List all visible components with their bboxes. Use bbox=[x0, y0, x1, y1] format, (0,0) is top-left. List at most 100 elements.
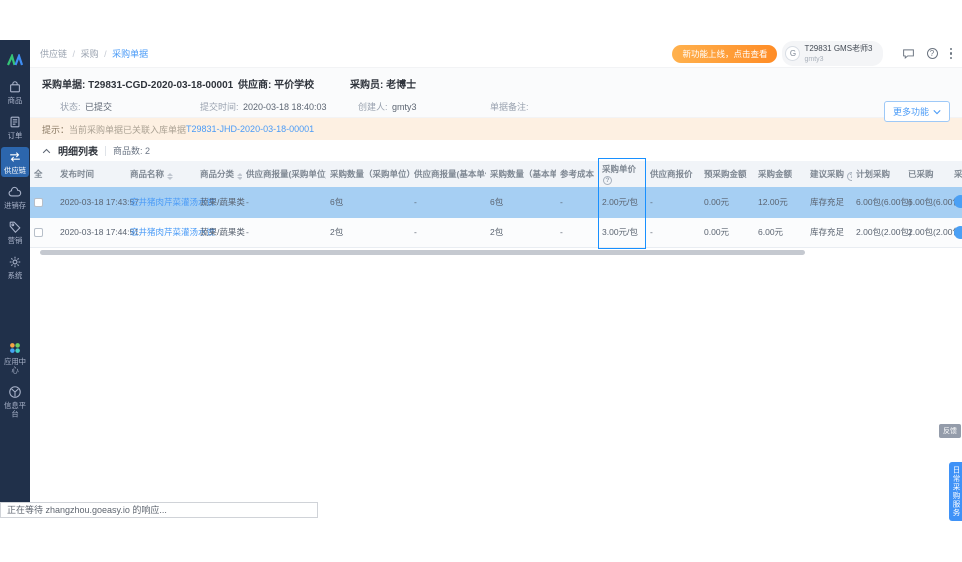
user-account: gmty3 bbox=[804, 56, 823, 63]
table-cell: 3.00元/包 bbox=[598, 217, 646, 247]
sort-icon[interactable] bbox=[237, 173, 242, 180]
sidebar-item-商品[interactable]: 商品 bbox=[1, 77, 29, 107]
system-icon bbox=[8, 255, 22, 269]
table-cell: - bbox=[410, 217, 486, 247]
order-icon bbox=[8, 115, 22, 129]
column-header: 全 bbox=[30, 161, 56, 187]
column-header: 供应商报量(采购单位) bbox=[242, 161, 326, 187]
column-header: 采购数量（采购单位） bbox=[326, 161, 410, 187]
column-header: 采购单价 bbox=[598, 161, 646, 187]
table-row: 2020-03-18 17:43:57宏井猪肉芹菜灌汤水饺蔬果/蔬果类-6包-6… bbox=[30, 187, 962, 217]
column-header: 发布时间 bbox=[56, 161, 126, 187]
linked-document-link[interactable]: T29831-JHD-2020-03-18-00001 bbox=[186, 124, 314, 134]
breadcrumb-separator: / bbox=[104, 49, 107, 59]
collapse-icon[interactable] bbox=[42, 148, 51, 154]
inventory-icon bbox=[8, 185, 22, 199]
sidebar-item-系统[interactable]: 系统 bbox=[1, 252, 29, 282]
sidebar-item-订单[interactable]: 订单 bbox=[1, 112, 29, 142]
message-icon[interactable] bbox=[902, 47, 915, 60]
table-cell: 12.00元 bbox=[754, 187, 806, 217]
table-cell: 2包 bbox=[486, 217, 556, 247]
sidebar-item-应用中心[interactable]: 应用中心 bbox=[1, 338, 29, 377]
row-checkbox[interactable] bbox=[34, 198, 43, 207]
table-cell: 宏井猪肉芹菜灌汤水饺 bbox=[126, 187, 196, 217]
help-icon[interactable] bbox=[927, 48, 938, 59]
new-feature-badge[interactable]: 新功能上线，点击查看 bbox=[672, 45, 777, 63]
panel-title: 明细列表 bbox=[58, 143, 98, 158]
column-header: 采购数量（基本单位） bbox=[486, 161, 556, 187]
breadcrumb-item[interactable]: 供应链 bbox=[40, 49, 67, 59]
table-cell: 6包 bbox=[486, 187, 556, 217]
app-logo-icon[interactable] bbox=[6, 48, 24, 72]
detail-panel-header: 明细列表 商品数: 2 bbox=[30, 140, 962, 161]
table-cell: 0.00元 bbox=[700, 217, 754, 247]
detail-table: 全发布时间商品名称商品分类供应商报量(采购单位)采购数量（采购单位）供应商报量(… bbox=[30, 161, 962, 248]
table-row: 2020-03-18 17:44:51宏井猪肉芹菜灌汤水饺蔬果/蔬果类-2包-2… bbox=[30, 217, 962, 247]
feedback-tab[interactable]: 反馈 bbox=[939, 424, 961, 438]
sidebar: 商品订单供应链进销存营销系统 应用中心信息平台 bbox=[0, 40, 30, 505]
sidebar-item-供应链[interactable]: 供应链 bbox=[1, 147, 29, 177]
breadcrumb-separator: / bbox=[73, 49, 76, 59]
doc-field: 创建人: gmty3 bbox=[358, 97, 416, 115]
table-cell: 宏井猪肉芹菜灌汤水饺 bbox=[126, 217, 196, 247]
column-header: 采购金额 bbox=[754, 161, 806, 187]
table-cell: 2020-03-18 17:44:51 bbox=[56, 217, 126, 247]
table-header-row: 全发布时间商品名称商品分类供应商报量(采购单位)采购数量（采购单位）供应商报量(… bbox=[30, 161, 962, 187]
table-cell: 2020-03-18 17:43:57 bbox=[56, 187, 126, 217]
column-header: 供应商报价 bbox=[646, 161, 700, 187]
buyer-avatar[interactable] bbox=[954, 226, 962, 239]
table-cell: 蔬果/蔬果类 bbox=[196, 217, 242, 247]
divider bbox=[105, 146, 106, 156]
column-header[interactable]: 商品名称 bbox=[126, 161, 196, 187]
table-cell bbox=[30, 187, 56, 217]
column-header: 参考成本 bbox=[556, 161, 598, 187]
document-header: 采购单据: T29831-CGD-2020-03-18-00001供应商: 平价… bbox=[30, 68, 962, 118]
table-cell: 6.00包(6.00包) bbox=[904, 187, 950, 217]
info-icon[interactable] bbox=[603, 176, 612, 185]
column-header: 采购人 bbox=[950, 161, 962, 187]
doc-fields-row2: 状态: 已提交提交时间: 2020-03-18 18:40:03创建人: gmt… bbox=[30, 97, 962, 111]
horizontal-scrollbar bbox=[30, 250, 962, 256]
supply-chain-icon bbox=[8, 150, 22, 164]
doc-field: 采购员: 老博士 bbox=[350, 76, 416, 91]
info-platform-icon bbox=[8, 385, 22, 399]
item-count: 商品数: 2 bbox=[113, 144, 150, 157]
table-cell: 库存充足 bbox=[806, 187, 852, 217]
main-content: 供应链 / 采购 / 采购单据 新功能上线，点击查看 G T29831 GMS老… bbox=[30, 40, 962, 510]
sidebar-item-营销[interactable]: 营销 bbox=[1, 217, 29, 247]
column-header: 已采购 bbox=[904, 161, 950, 187]
hint-bar: 提示： 当前采购单据已关联入库单据 T29831-JHD-2020-03-18-… bbox=[30, 118, 962, 140]
sidebar-item-进销存[interactable]: 进销存 bbox=[1, 182, 29, 212]
table-cell: - bbox=[410, 187, 486, 217]
table-cell: 2包 bbox=[326, 217, 410, 247]
sidebar-item-信息平台[interactable]: 信息平台 bbox=[1, 382, 29, 421]
doc-field: 单据备注: bbox=[490, 97, 529, 115]
table-cell: - bbox=[242, 217, 326, 247]
sort-icon[interactable] bbox=[167, 173, 173, 180]
user-menu[interactable]: G T29831 GMS老师3 gmty3 bbox=[782, 41, 882, 66]
breadcrumb-item[interactable]: 采购 bbox=[81, 49, 99, 59]
doc-fields-row1: 采购单据: T29831-CGD-2020-03-18-00001供应商: 平价… bbox=[30, 76, 962, 90]
service-tab[interactable]: 日常采购服务 bbox=[949, 462, 962, 521]
table-cell: 0.00元 bbox=[700, 187, 754, 217]
detail-table-wrap: 全发布时间商品名称商品分类供应商报量(采购单位)采购数量（采购单位）供应商报量(… bbox=[30, 161, 962, 256]
goods-icon bbox=[8, 80, 22, 94]
user-name: T29831 GMS老师3 bbox=[804, 44, 872, 53]
table-cell: 6.00元 bbox=[754, 217, 806, 247]
table-cell: - bbox=[646, 187, 700, 217]
table-cell: 2.00元/包 bbox=[598, 187, 646, 217]
column-header: 供应商报量(基本单位) bbox=[410, 161, 486, 187]
table-cell: - bbox=[556, 217, 598, 247]
column-header[interactable]: 商品分类 bbox=[196, 161, 242, 187]
avatar: G bbox=[785, 46, 800, 61]
buyer-avatar[interactable] bbox=[954, 195, 962, 208]
more-actions-button[interactable]: 更多功能 bbox=[884, 101, 950, 122]
sidebar-items: 商品订单供应链进销存营销系统 bbox=[1, 72, 29, 282]
table-cell: 2.00包(2.00包) bbox=[852, 217, 904, 247]
sidebar-bottom-items: 应用中心信息平台 bbox=[1, 282, 29, 421]
info-icon[interactable] bbox=[847, 172, 852, 181]
row-checkbox[interactable] bbox=[34, 228, 43, 237]
more-menu-icon[interactable] bbox=[950, 48, 953, 60]
scrollbar-thumb[interactable] bbox=[40, 250, 805, 255]
browser-status-bar: 正在等待 zhangzhou.goeasy.io 的响应... bbox=[0, 502, 318, 518]
